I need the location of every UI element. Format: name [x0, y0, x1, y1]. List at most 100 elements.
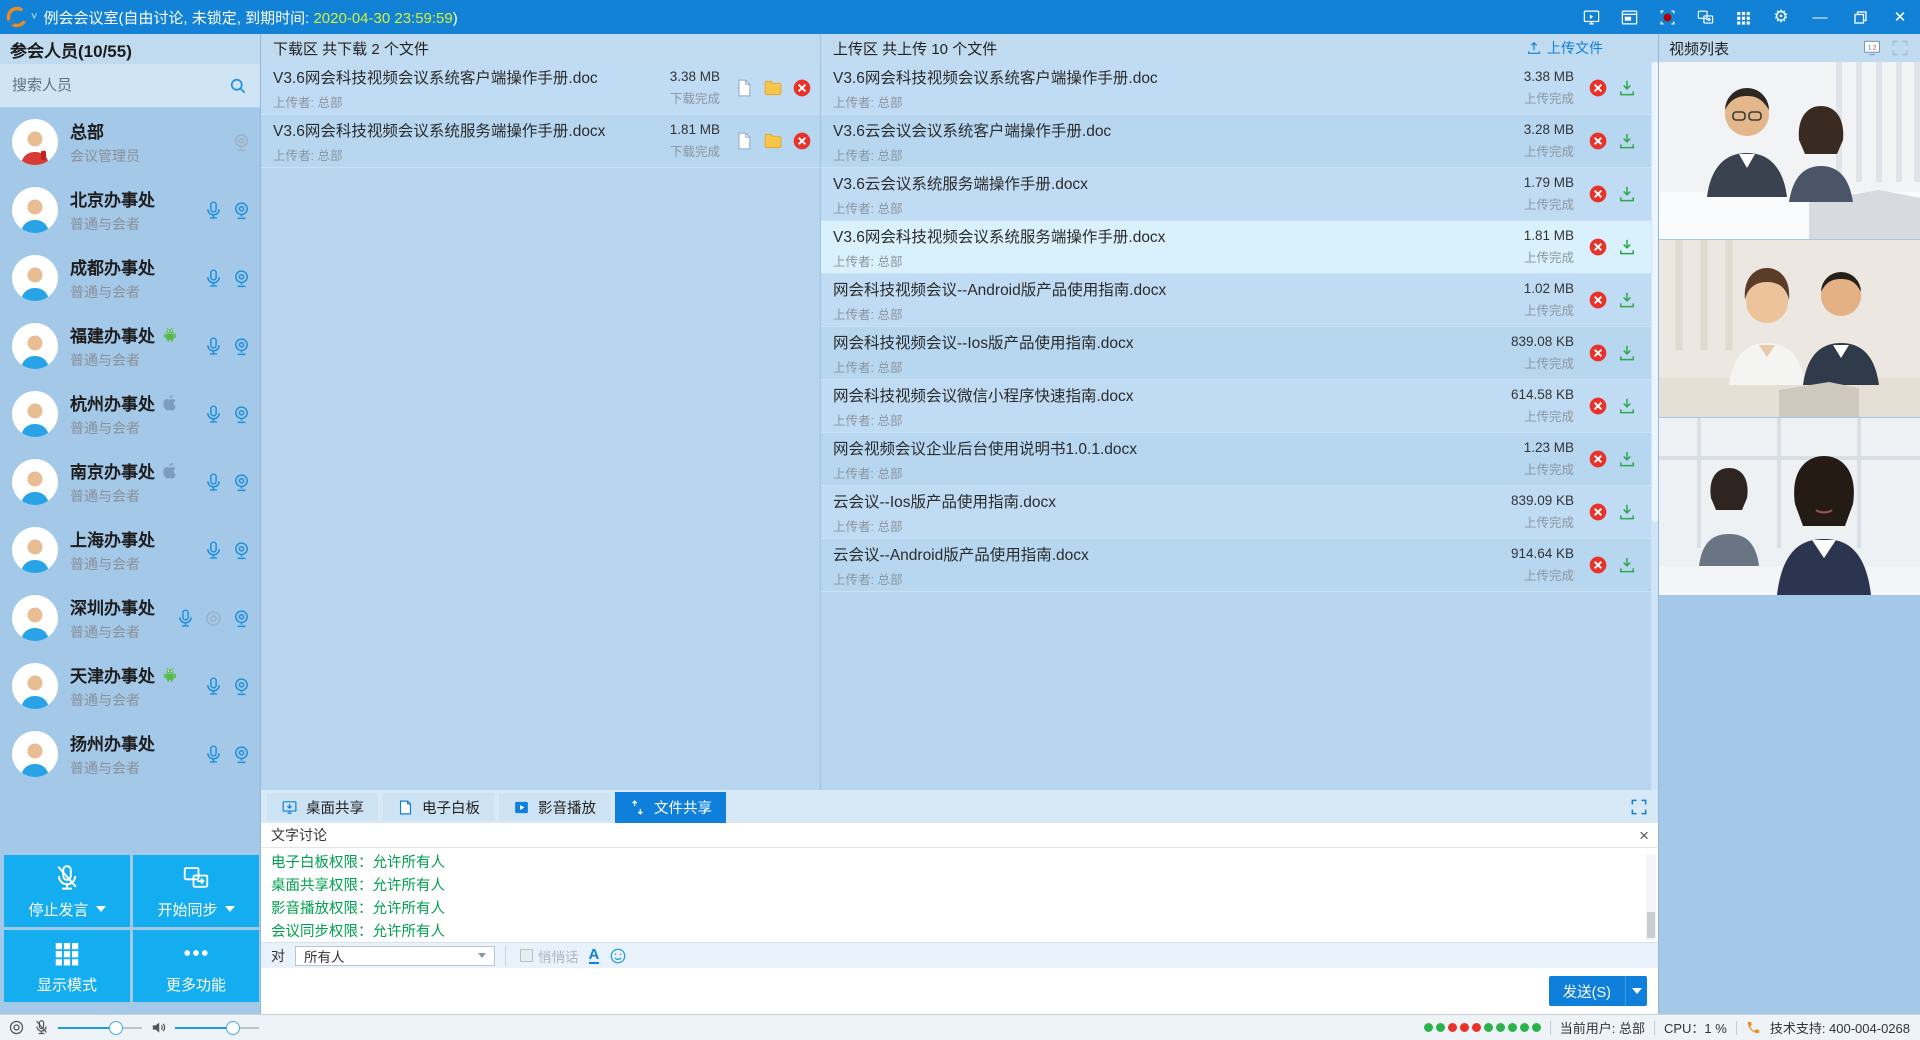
upload-file-row[interactable]: V3.6网会科技视频会议系统客户端操作手册.doc上传者: 总部 3.38 MB…: [821, 62, 1659, 115]
delete-icon[interactable]: [1588, 131, 1608, 151]
dropdown-caret[interactable]: [96, 906, 106, 912]
stop-speaking-button[interactable]: 停止发言: [4, 855, 130, 927]
close-button[interactable]: ✕: [1880, 0, 1920, 34]
mic-icon[interactable]: [203, 540, 224, 561]
send-button[interactable]: 发送(S): [1549, 976, 1647, 1006]
video-thumbnail[interactable]: [1659, 62, 1920, 239]
speaker-volume-icon[interactable]: [150, 1019, 167, 1036]
settings-gear-icon[interactable]: ⚙: [1762, 0, 1800, 34]
delete-icon[interactable]: [1588, 396, 1608, 416]
screen-share-icon[interactable]: [1572, 0, 1610, 34]
open-file-icon[interactable]: [734, 131, 754, 151]
delete-icon[interactable]: [1588, 343, 1608, 363]
mic-icon[interactable]: [203, 472, 224, 493]
open-folder-icon[interactable]: [763, 78, 783, 98]
open-file-icon[interactable]: [734, 78, 754, 98]
participant-row[interactable]: 南京办事处 普通与会者: [0, 448, 260, 516]
mic-icon[interactable]: [203, 336, 224, 357]
record-icon[interactable]: [1648, 0, 1686, 34]
emoji-icon[interactable]: [609, 947, 627, 965]
mic-icon[interactable]: [203, 200, 224, 221]
mic-muted-icon[interactable]: [33, 1019, 50, 1036]
upload-file-row[interactable]: V3.6云会议系统服务端操作手册.docx上传者: 总部 1.79 MB上传完成: [821, 168, 1659, 221]
delete-icon[interactable]: [1588, 502, 1608, 522]
mic-icon[interactable]: [203, 676, 224, 697]
download-icon[interactable]: [1617, 290, 1637, 310]
delete-icon[interactable]: [1588, 184, 1608, 204]
download-icon[interactable]: [1617, 131, 1637, 151]
expand-icon[interactable]: [1629, 797, 1649, 817]
recipient-select[interactable]: 所有人: [295, 946, 495, 966]
download-icon[interactable]: [1617, 78, 1637, 98]
participant-row[interactable]: 总部 会议管理员: [0, 108, 260, 176]
checkbox-icon[interactable]: [520, 949, 533, 962]
download-icon[interactable]: [1617, 343, 1637, 363]
speaker-icon[interactable]: [203, 608, 224, 629]
delete-icon[interactable]: [1588, 78, 1608, 98]
dual-monitor-icon[interactable]: 12: [1862, 38, 1882, 58]
chat-scrollbar[interactable]: [1646, 854, 1656, 940]
delete-icon[interactable]: [792, 78, 812, 98]
participant-row[interactable]: 上海办事处 普通与会者: [0, 516, 260, 584]
participant-row[interactable]: 北京办事处 普通与会者: [0, 176, 260, 244]
search-icon[interactable]: [228, 76, 248, 96]
participant-row[interactable]: 扬州办事处 普通与会者: [0, 720, 260, 788]
delete-icon[interactable]: [1588, 237, 1608, 257]
download-file-row[interactable]: V3.6网会科技视频会议系统客户端操作手册.doc 上传者: 总部 3.38 M…: [261, 62, 820, 115]
upload-file-row[interactable]: 网会视频会议企业后台使用说明书1.0.1.docx上传者: 总部 1.23 MB…: [821, 433, 1659, 486]
open-folder-icon[interactable]: [763, 131, 783, 151]
upload-file-row[interactable]: 网会科技视频会议--Ios版产品使用指南.docx上传者: 总部 839.08 …: [821, 327, 1659, 380]
tab-media-play[interactable]: 影音播放: [499, 793, 610, 821]
video-thumbnail[interactable]: [1659, 418, 1920, 595]
delete-icon[interactable]: [1588, 555, 1608, 575]
upload-file-row[interactable]: 云会议--Ios版产品使用指南.docx上传者: 总部 839.09 KB上传完…: [821, 486, 1659, 539]
camera-icon[interactable]: [231, 608, 252, 629]
upload-file-row[interactable]: V3.6云会议会议系统客户端操作手册.doc上传者: 总部 3.28 MB上传完…: [821, 115, 1659, 168]
download-icon[interactable]: [1617, 396, 1637, 416]
more-functions-button[interactable]: 更多功能: [133, 930, 259, 1002]
camera-icon[interactable]: [231, 472, 252, 493]
display-mode-button[interactable]: 显示模式: [4, 930, 130, 1002]
tab-file-share[interactable]: 文件共享: [615, 792, 726, 823]
video-thumbnail[interactable]: [1659, 240, 1920, 417]
camera-icon[interactable]: [231, 336, 252, 357]
webcam-status-icon[interactable]: [8, 1019, 25, 1036]
participant-row[interactable]: 成都办事处 普通与会者: [0, 244, 260, 312]
mic-icon[interactable]: [203, 744, 224, 765]
participant-row[interactable]: 杭州办事处 普通与会者: [0, 380, 260, 448]
camera-icon[interactable]: [231, 200, 252, 221]
mic-icon[interactable]: [175, 608, 196, 629]
mic-volume-slider[interactable]: [58, 1021, 142, 1035]
download-icon[interactable]: [1617, 555, 1637, 575]
participant-row[interactable]: 深圳办事处 普通与会者: [0, 584, 260, 652]
display-mode-icon[interactable]: [1724, 0, 1762, 34]
tab-desktop-share[interactable]: 桌面共享: [267, 793, 378, 821]
message-compose-area[interactable]: 发送(S): [261, 968, 1659, 1014]
delete-icon[interactable]: [1588, 449, 1608, 469]
download-icon[interactable]: [1617, 449, 1637, 469]
restore-button[interactable]: [1840, 0, 1880, 34]
camera-off-icon[interactable]: [231, 132, 252, 153]
delete-icon[interactable]: [1588, 290, 1608, 310]
participant-row[interactable]: 福建办事处 普通与会者: [0, 312, 260, 380]
camera-icon[interactable]: [231, 676, 252, 697]
mic-icon[interactable]: [203, 404, 224, 425]
chevron-down-icon[interactable]: ˅: [31, 11, 37, 23]
send-options-caret[interactable]: [1625, 976, 1647, 1006]
whisper-checkbox[interactable]: 悄悄话: [505, 946, 579, 966]
speaker-volume-slider[interactable]: [175, 1021, 259, 1035]
delete-icon[interactable]: [792, 131, 812, 151]
font-color-button[interactable]: A: [589, 947, 600, 964]
mic-icon[interactable]: [203, 268, 224, 289]
camera-icon[interactable]: [231, 268, 252, 289]
upload-file-row[interactable]: 云会议--Android版产品使用指南.docx上传者: 总部 914.64 K…: [821, 539, 1659, 592]
whiteboard-icon[interactable]: [1610, 0, 1648, 34]
download-icon[interactable]: [1617, 502, 1637, 522]
upload-file-row[interactable]: 网会科技视频会议--Android版产品使用指南.docx上传者: 总部 1.0…: [821, 274, 1659, 327]
upload-file-row-selected[interactable]: V3.6网会科技视频会议系统服务端操作手册.docx上传者: 总部 1.81 M…: [821, 221, 1659, 274]
camera-icon[interactable]: [231, 744, 252, 765]
upload-file-link[interactable]: 上传文件: [1526, 38, 1647, 58]
start-sync-button[interactable]: 开始同步: [133, 855, 259, 927]
download-file-row[interactable]: V3.6网会科技视频会议系统服务端操作手册.docx 上传者: 总部 1.81 …: [261, 115, 820, 168]
upload-file-row[interactable]: 网会科技视频会议微信小程序快速指南.docx上传者: 总部 614.58 KB上…: [821, 380, 1659, 433]
